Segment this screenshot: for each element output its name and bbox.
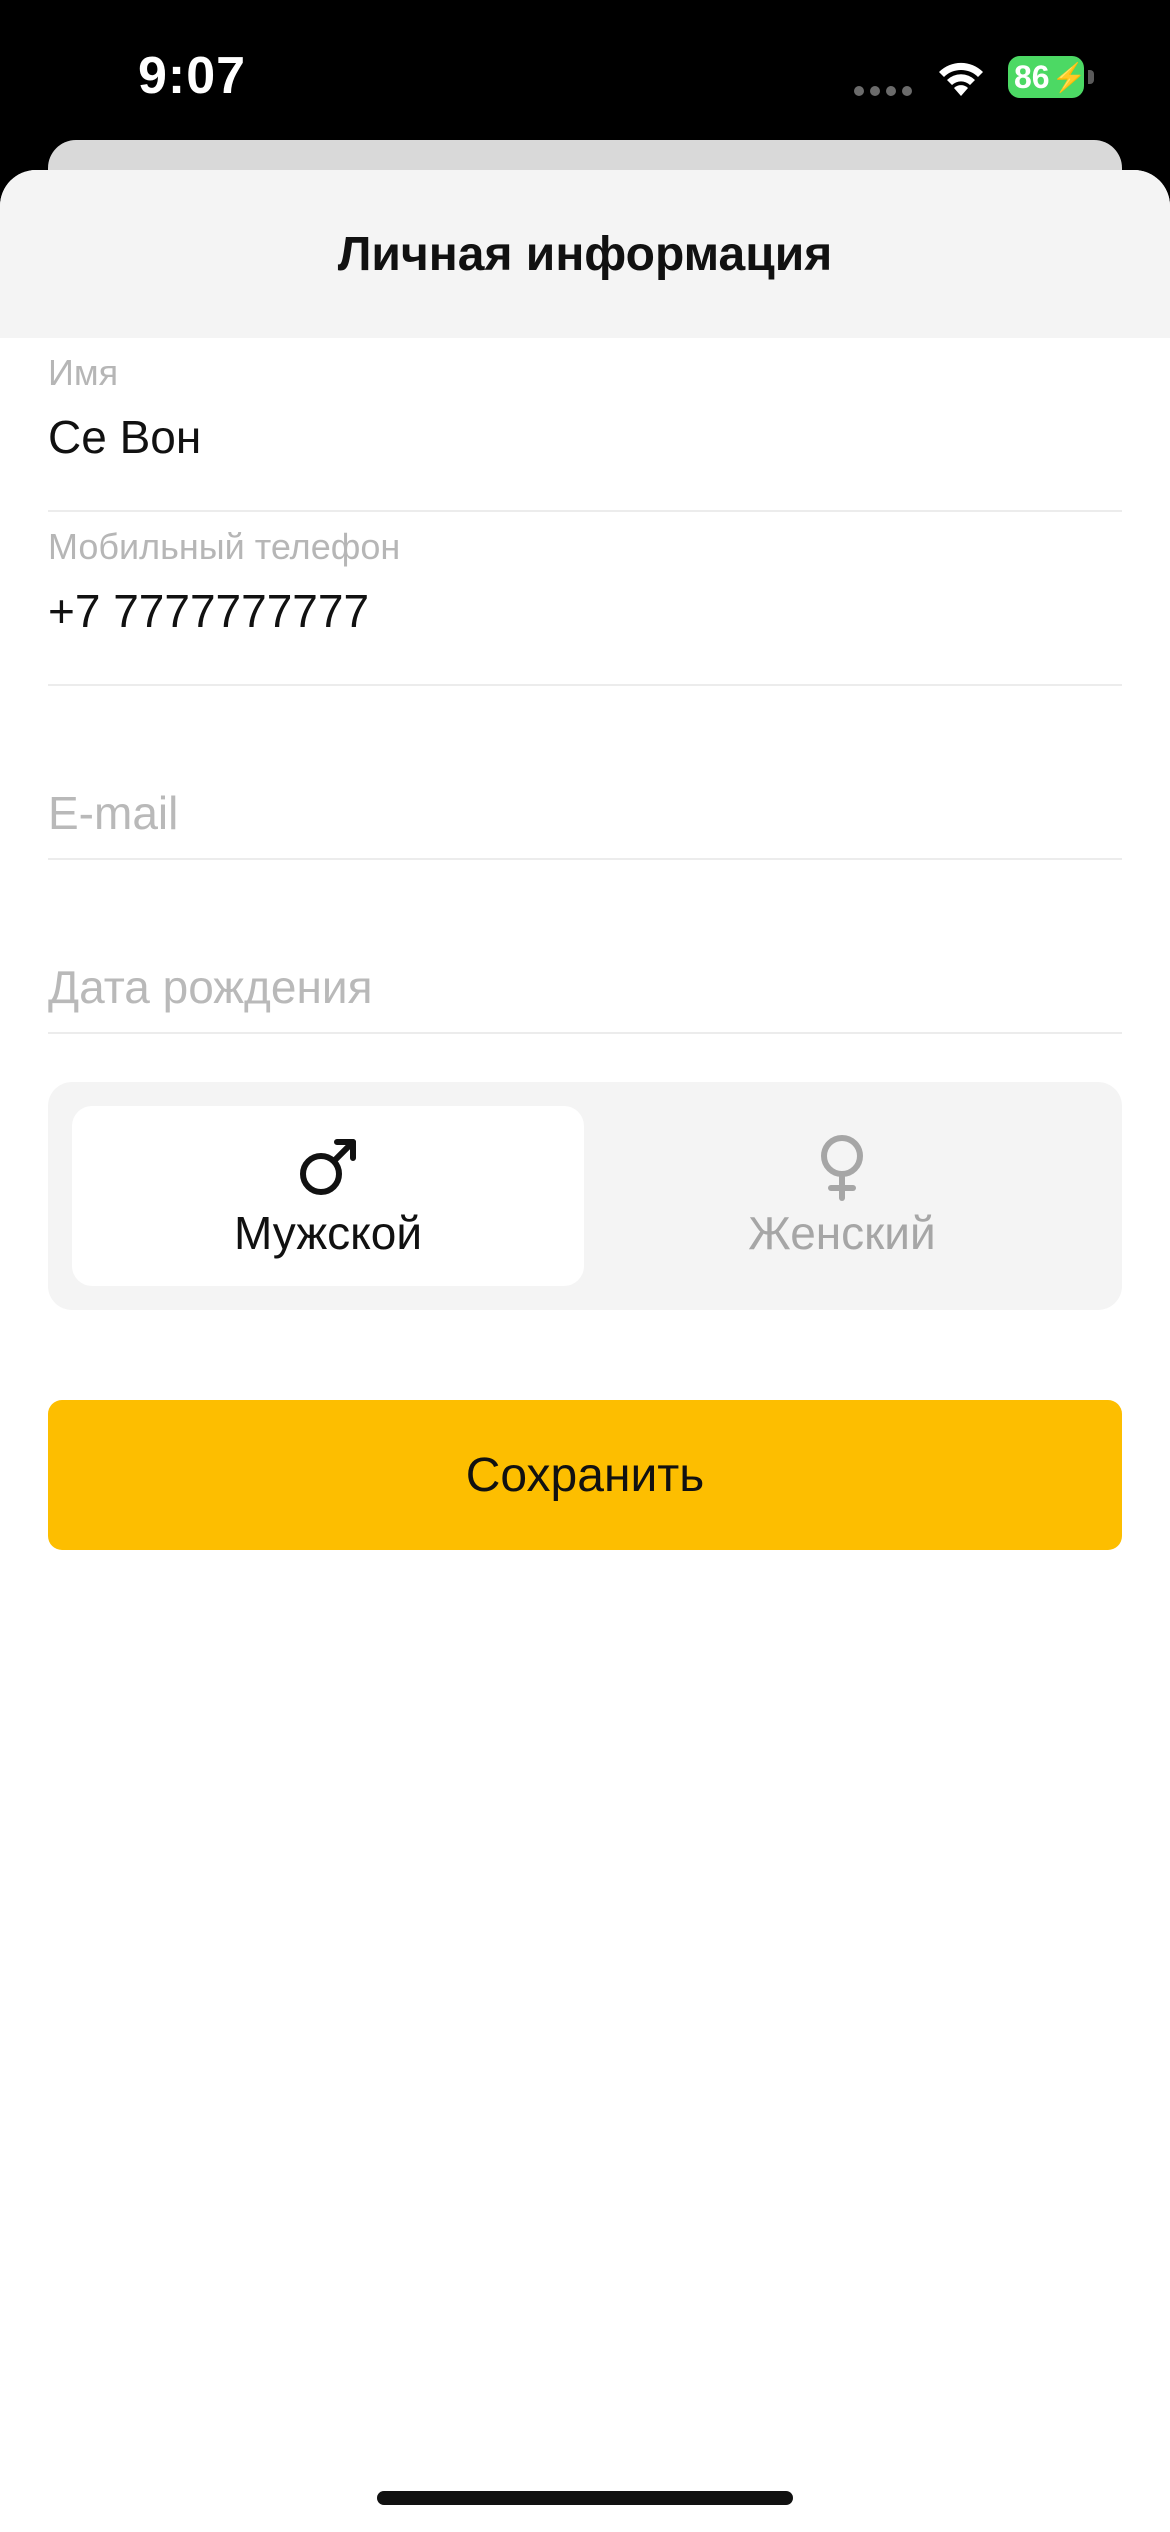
phone-label: Мобильный телефон — [48, 526, 401, 567]
name-value: Се Вон — [48, 411, 202, 463]
battery-icon: 86 ⚡ — [1008, 56, 1094, 100]
page-title: Личная информация — [337, 227, 833, 281]
gender-label-female: Женский — [748, 1207, 936, 1259]
gender-option-male[interactable]: Мужской — [72, 1106, 584, 1286]
wifi-icon — [939, 62, 983, 96]
save-button[interactable]: Сохранить — [48, 1400, 1122, 1550]
name-field[interactable]: Имя Се Вон — [48, 338, 1122, 512]
battery-percent: 86 — [1014, 58, 1050, 95]
cellular-signal-icon — [854, 86, 914, 98]
email-field[interactable]: E-mail — [48, 686, 1122, 860]
personal-info-sheet: Личная информация Имя Се Вон Мобильный т… — [0, 170, 1170, 2532]
charging-bolt-icon: ⚡ — [1051, 61, 1087, 93]
sheet-header: Личная информация — [0, 170, 1170, 338]
gender-label-male: Мужской — [233, 1207, 423, 1259]
email-placeholder: E-mail — [48, 787, 179, 839]
male-symbol-icon — [300, 1139, 356, 1195]
birthdate-field[interactable]: Дата рождения — [48, 860, 1122, 1034]
phone-value: +7 7777777777 — [48, 585, 370, 637]
birthdate-placeholder: Дата рождения — [48, 961, 373, 1013]
name-label: Имя — [48, 352, 119, 393]
status-time: 9:07 — [138, 47, 247, 105]
gender-selector: Мужской Женский — [48, 1082, 1122, 1310]
gender-option-female[interactable]: Женский — [586, 1106, 1098, 1286]
status-bar: 9:07 86 ⚡ — [0, 0, 1170, 160]
phone-field[interactable]: Мобильный телефон +7 7777777777 — [48, 512, 1122, 686]
home-indicator — [377, 2491, 793, 2505]
female-symbol-icon — [821, 1135, 863, 1201]
